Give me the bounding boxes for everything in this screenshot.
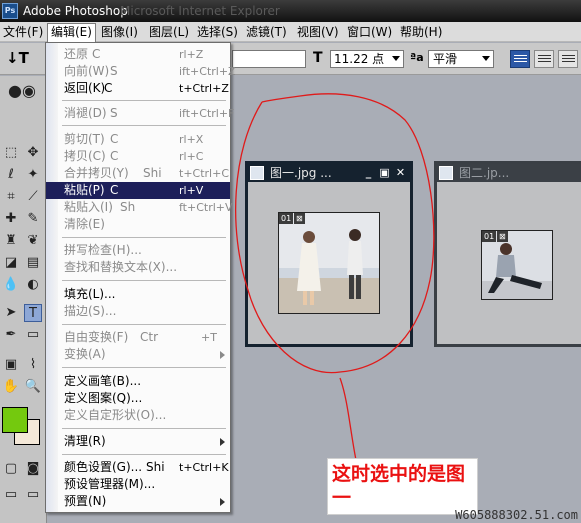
annotation-note: 这时选中的是图一 <box>327 458 478 515</box>
watermark: W605888302.51.com <box>455 508 578 522</box>
foreground-color-swatch[interactable] <box>2 407 28 433</box>
annotation-circle-drawing <box>234 93 435 461</box>
